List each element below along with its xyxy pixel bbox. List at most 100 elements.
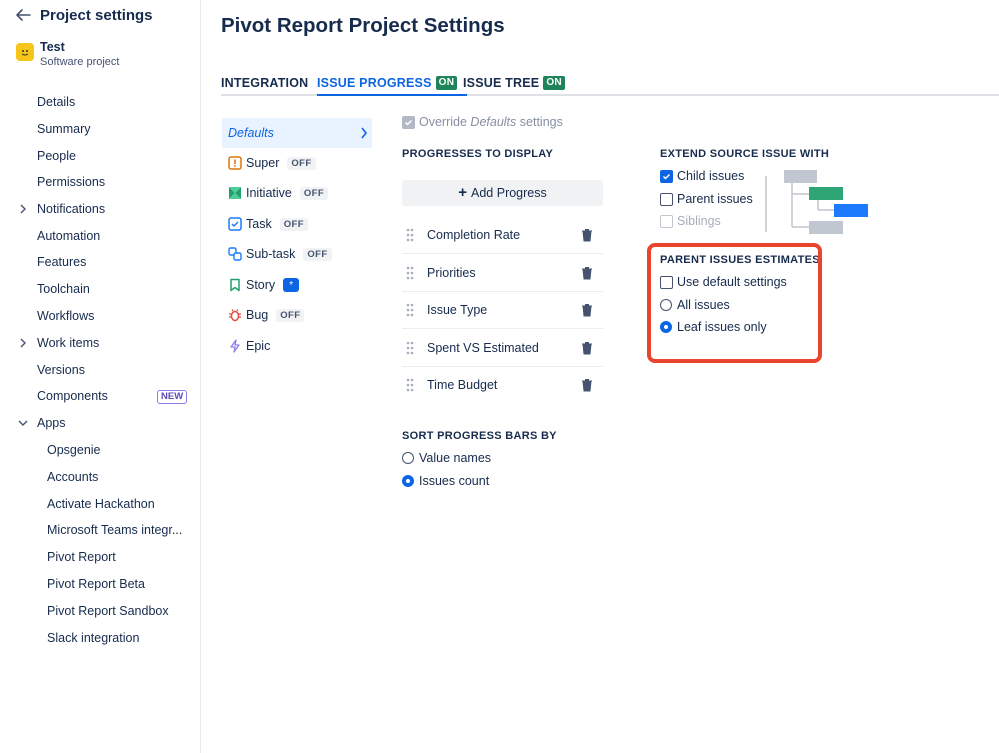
tab-issue-progress[interactable]: ISSUE PROGRESS ON <box>317 74 458 92</box>
sidebar-item-pivot-report-sandbox[interactable]: Pivot Report Sandbox <box>47 601 169 621</box>
issue-type-label: Bug <box>246 308 269 322</box>
drag-handle-icon[interactable] <box>406 378 414 392</box>
siblings-checkbox[interactable]: Siblings <box>660 214 721 228</box>
issue-type-super[interactable]: Super OFF <box>222 148 316 178</box>
off-lozenge: OFF <box>287 156 316 170</box>
progress-row[interactable]: Issue Type <box>402 291 603 329</box>
trash-icon[interactable] <box>581 266 593 280</box>
progresses-heading: PROGRESSES TO DISPLAY <box>402 148 554 160</box>
tab-label: INTEGRATION <box>221 76 309 90</box>
project-header[interactable]: Test Software project <box>16 40 119 69</box>
drag-handle-icon[interactable] <box>406 303 414 317</box>
progress-row[interactable]: Spent VS Estimated <box>402 329 603 367</box>
sidebar-item-activate-hackathon[interactable]: Activate Hackathon <box>47 494 155 514</box>
checkbox-icon <box>660 169 673 183</box>
trash-icon[interactable] <box>581 341 593 355</box>
sidebar-item-versions[interactable]: Versions <box>37 360 85 380</box>
sidebar-item-label: Automation <box>37 229 101 243</box>
sidebar-item-permissions[interactable]: Permissions <box>37 172 105 192</box>
parent-issues-checkbox[interactable]: Parent issues <box>660 192 753 206</box>
progress-row[interactable]: Priorities <box>402 254 603 292</box>
sidebar-item-components[interactable]: Components <box>37 386 108 406</box>
sidebar-item-people[interactable]: People <box>37 146 76 166</box>
issue-type-label: Story <box>246 278 276 292</box>
sidebar-item-microsoft-teams[interactable]: Microsoft Teams integr... <box>47 520 182 540</box>
drag-handle-icon[interactable] <box>406 266 414 280</box>
checkbox-label: Parent issues <box>677 192 753 206</box>
task-icon <box>228 217 242 231</box>
sidebar-item-pivot-report-beta[interactable]: Pivot Report Beta <box>47 574 145 594</box>
progress-label: Completion Rate <box>427 227 521 242</box>
trash-icon[interactable] <box>581 228 593 242</box>
sidebar-item-automation[interactable]: Automation <box>37 226 100 246</box>
issue-type-epic[interactable]: Epic <box>222 331 270 361</box>
sidebar-item-label: Pivot Report Beta <box>47 577 145 591</box>
drag-handle-icon[interactable] <box>406 341 414 355</box>
asterisk-badge-icon: * <box>283 278 300 292</box>
sidebar-item-pivot-report[interactable]: Pivot Report <box>47 547 116 567</box>
sidebar-item-work-items[interactable]: Work items <box>37 333 99 353</box>
sort-issues-count-radio[interactable]: Issues count <box>402 474 489 488</box>
super-icon <box>228 156 242 170</box>
project-name: Test <box>40 40 65 54</box>
issue-tree-diagram-icon <box>765 170 868 234</box>
checkbox-label: Siblings <box>677 214 721 228</box>
child-issues-checkbox[interactable]: Child issues <box>660 169 744 183</box>
progress-row[interactable]: Time Budget <box>402 366 603 404</box>
add-progress-label: Add Progress <box>471 186 547 200</box>
sidebar-item-label: Activate Hackathon <box>47 497 155 511</box>
sidebar-item-label: Components <box>37 389 108 403</box>
sidebar-item-notifications[interactable]: Notifications <box>37 199 105 219</box>
epic-icon <box>230 339 240 353</box>
issue-type-bug[interactable]: Bug OFF <box>222 300 305 330</box>
chevron-down-icon[interactable] <box>18 418 28 428</box>
radio-icon <box>402 475 414 487</box>
chevron-right-icon <box>361 127 368 139</box>
active-tab-indicator <box>317 94 467 96</box>
sidebar-item-workflows[interactable]: Workflows <box>37 306 94 326</box>
sidebar-item-accounts[interactable]: Accounts <box>47 467 98 487</box>
issue-type-story[interactable]: Story * <box>222 270 300 300</box>
trash-icon[interactable] <box>581 378 593 392</box>
sidebar-item-label: Details <box>37 95 76 109</box>
sidebar-item-label: Pivot Report Sandbox <box>47 604 169 618</box>
off-lozenge: OFF <box>279 217 308 231</box>
back-arrow-icon[interactable] <box>14 7 32 23</box>
tab-integration[interactable]: INTEGRATION <box>221 74 308 92</box>
project-type: Software project <box>40 56 120 68</box>
sidebar-item-features[interactable]: Features <box>37 252 86 272</box>
sort-value-names-radio[interactable]: Value names <box>402 451 491 465</box>
sidebar-item-summary[interactable]: Summary <box>37 119 90 139</box>
sidebar-item-label: Opsgenie <box>47 443 101 457</box>
issue-type-defaults[interactable]: Defaults <box>222 118 372 148</box>
progress-row[interactable]: Completion Rate <box>402 216 603 254</box>
issue-type-task[interactable]: Task OFF <box>222 209 308 239</box>
override-emphasis: Defaults <box>470 115 517 129</box>
override-defaults-checkbox[interactable]: Override Defaults settings <box>402 115 563 129</box>
chevron-right-icon[interactable] <box>18 204 28 214</box>
add-progress-button[interactable]: + Add Progress <box>402 180 603 206</box>
sidebar-item-slack-integration[interactable]: Slack integration <box>47 628 139 648</box>
chevron-right-icon[interactable] <box>18 338 28 348</box>
issue-type-sub-task[interactable]: Sub-task OFF <box>222 239 332 269</box>
sidebar-item-opsgenie[interactable]: Opsgenie <box>47 440 101 460</box>
off-lozenge: OFF <box>303 247 332 261</box>
sidebar-item-label: Workflows <box>37 309 95 323</box>
issue-type-initiative[interactable]: Initiative OFF <box>222 178 329 208</box>
sidebar-item-label: Apps <box>37 416 66 430</box>
radio-icon <box>402 452 414 464</box>
drag-handle-icon[interactable] <box>406 228 414 242</box>
plus-icon: + <box>458 184 468 201</box>
tab-issue-tree[interactable]: ISSUE TREE ON <box>463 74 565 92</box>
sidebar-item-details[interactable]: Details <box>37 92 75 112</box>
sidebar-item-label: Microsoft Teams integr... <box>47 523 183 537</box>
off-lozenge: OFF <box>299 186 329 200</box>
bug-icon <box>229 309 241 322</box>
sidebar-item-apps[interactable]: Apps <box>37 413 66 433</box>
trash-icon[interactable] <box>581 303 593 317</box>
initiative-icon <box>229 187 241 199</box>
radio-label: Value names <box>419 451 492 465</box>
subtask-icon <box>228 247 242 261</box>
issue-type-label: Initiative <box>246 186 292 200</box>
sidebar-item-toolchain[interactable]: Toolchain <box>37 279 90 299</box>
